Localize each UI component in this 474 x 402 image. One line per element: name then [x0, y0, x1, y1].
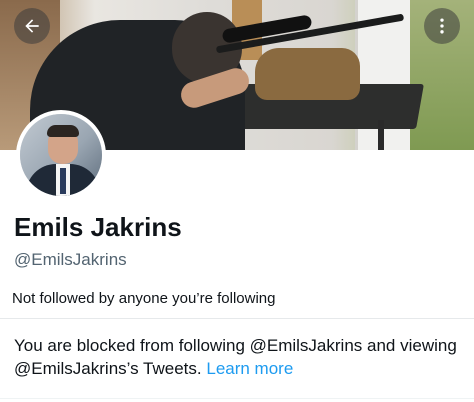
profile-avatar[interactable] — [16, 110, 106, 200]
banner-table-leg — [378, 120, 384, 150]
more-vertical-icon — [440, 18, 444, 34]
avatar-tie — [60, 168, 66, 194]
banner-rest-bag — [255, 48, 360, 100]
more-options-button[interactable] — [424, 8, 460, 44]
learn-more-link[interactable]: Learn more — [206, 359, 293, 378]
profile-display-name: Emils Jakrins — [14, 212, 182, 242]
section-divider — [0, 318, 474, 319]
blocked-notice: You are blocked from following @EmilsJak… — [14, 334, 469, 380]
back-button[interactable] — [14, 8, 50, 44]
bottom-divider — [0, 398, 474, 399]
avatar-hair — [47, 125, 79, 137]
followers-you-know: Not followed by anyone you’re following — [12, 290, 276, 307]
profile-handle: @EmilsJakrins — [14, 250, 127, 269]
arrow-left-icon — [25, 19, 39, 33]
